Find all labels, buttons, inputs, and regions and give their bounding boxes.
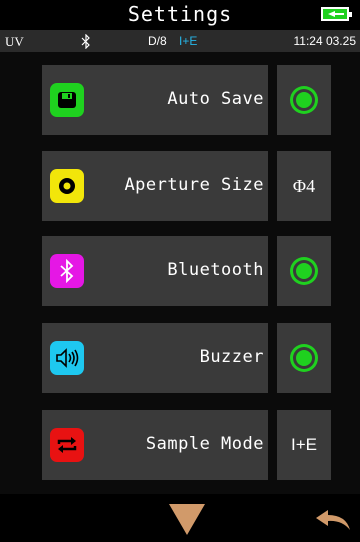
status-bar: UV D/8 I+E 11:24 03.25 (0, 30, 360, 52)
aperture-size-value: Φ4 (292, 175, 316, 196)
bluetooth-icon (81, 33, 91, 52)
setting-label-box[interactable]: Sample Mode (42, 410, 268, 480)
buzzer-toggle[interactable] (277, 323, 331, 393)
down-triangle-icon (169, 504, 205, 535)
speaker-icon (50, 341, 84, 375)
setting-label-box[interactable]: Auto Save (42, 65, 268, 135)
settings-list: Auto Save Aperture Size Φ4 Bluetooth Buz… (0, 52, 360, 494)
bluetooth-icon (50, 254, 84, 288)
aperture-size-value-button[interactable]: Φ4 (277, 151, 331, 221)
battery-icon (321, 7, 352, 21)
auto-save-toggle[interactable] (277, 65, 331, 135)
setting-label-box[interactable]: Aperture Size (42, 151, 268, 221)
sample-mode-icon (50, 428, 84, 462)
setting-label: Buzzer (199, 347, 264, 367)
bluetooth-toggle[interactable] (277, 236, 331, 306)
geometry-indicator: D/8 (148, 34, 167, 48)
setting-label-box[interactable]: Bluetooth (42, 236, 268, 306)
mode-indicator: I+E (179, 34, 198, 48)
bottom-bar (0, 494, 360, 542)
setting-label: Sample Mode (145, 434, 264, 454)
sample-mode-value-button[interactable]: I+E (277, 410, 331, 480)
page-title: Settings (127, 2, 233, 26)
toggle-on-icon (290, 86, 318, 114)
back-arrow-icon (316, 510, 350, 530)
setting-label: Auto Save (167, 89, 264, 109)
save-icon (50, 83, 84, 117)
toggle-on-icon (290, 257, 318, 285)
setting-label: Aperture Size (124, 175, 264, 195)
title-bar: Settings (0, 0, 360, 30)
toggle-on-icon (290, 344, 318, 372)
setting-label: Bluetooth (167, 260, 264, 280)
sample-mode-value: I+E (291, 435, 317, 454)
uv-indicator: UV (5, 34, 24, 49)
setting-label-box[interactable]: Buzzer (42, 323, 268, 393)
scroll-down-button[interactable] (167, 502, 207, 536)
aperture-icon (50, 169, 84, 203)
clock: 11:24 03.25 (293, 34, 356, 48)
back-button[interactable] (314, 506, 354, 534)
